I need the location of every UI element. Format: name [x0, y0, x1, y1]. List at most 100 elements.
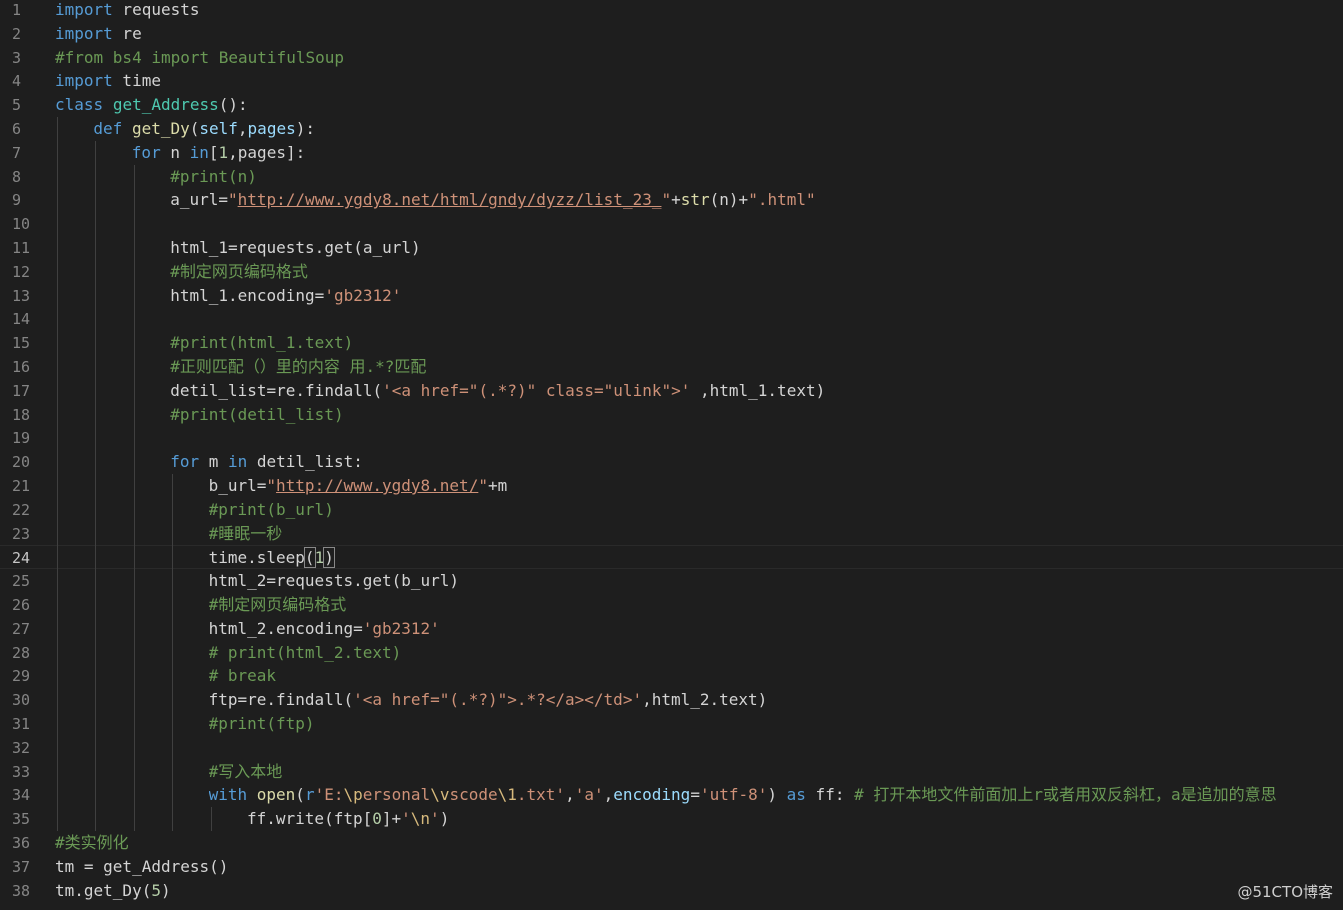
code-line[interactable]: 36 #类实例化	[0, 831, 1343, 855]
code-token: ff.write(ftp[	[247, 809, 373, 829]
code-line[interactable]: 37 tm = get_Address()	[0, 855, 1343, 879]
line-number: 29	[12, 667, 31, 686]
code-token: detil_list=re.findall(	[170, 380, 383, 400]
code-token: '	[401, 809, 411, 829]
code-line[interactable]: 2 import re	[0, 22, 1343, 46]
code-text: html_2.encoding='gb2312'	[209, 617, 1343, 641]
code-line[interactable]: 21 b_url="http://www.ygdy8.net/"+m	[0, 474, 1343, 498]
code-line[interactable]: 10	[0, 212, 1343, 236]
code-token: ,pages]:	[228, 142, 306, 162]
code-line[interactable]: 26 #制定网页编码格式	[0, 593, 1343, 617]
code-token: encoding	[613, 785, 691, 805]
code-line[interactable]: 16 #正则匹配（）里的内容 用.*?匹配	[0, 355, 1343, 379]
code-text: #print(html_1.text)	[170, 331, 1343, 355]
code-line[interactable]: 22 #print(b_url)	[0, 498, 1343, 522]
line-number: 7	[12, 143, 22, 162]
code-token: import	[55, 0, 113, 19]
code-token: )	[767, 785, 787, 805]
code-line[interactable]: 25 html_2=requests.get(b_url)	[0, 569, 1343, 593]
code-line[interactable]: 24 time.sleep(1)	[0, 545, 1343, 570]
code-token: re	[112, 23, 142, 43]
code-token: pages	[247, 119, 296, 138]
code-line[interactable]: 9 a_url="http://www.ygdy8.net/html/gndy/d…	[0, 188, 1343, 212]
code-line[interactable]: 17 detil_list=re.findall('<a href="(.*?)"…	[0, 379, 1343, 403]
code-token: \p	[343, 785, 363, 805]
code-editor[interactable]: 1 import requests 2 import re 3 #from bs4 imp…	[0, 0, 1343, 910]
code-token: )	[160, 880, 171, 900]
line-number: 36	[12, 834, 31, 852]
code-token: b_url=	[208, 476, 267, 495]
code-text: html_1.encoding='gb2312'	[170, 284, 1343, 308]
watermark-label: @51CTO博客	[1237, 883, 1333, 901]
code-line[interactable]: 11 html_1=requests.get(a_url)	[0, 236, 1343, 260]
indent-guide	[210, 807, 212, 831]
code-line[interactable]: 38 tm.get_Dy(5)	[0, 879, 1343, 903]
code-token: (n)+	[709, 190, 749, 210]
code-text: #制定网页编码格式	[209, 593, 1343, 617]
code-line[interactable]: 30 ftp=re.findall('<a href="(.*?)">.*?</a…	[0, 688, 1343, 712]
code-token: ftp=re.findall(	[208, 690, 354, 710]
code-token: a_url=	[170, 190, 228, 210]
code-line[interactable]: 14	[0, 307, 1343, 331]
code-token: )	[323, 547, 335, 569]
indent-guide	[95, 140, 97, 831]
indent-guide	[133, 164, 135, 831]
code-line[interactable]: 28 # print(html_2.text)	[0, 641, 1343, 665]
line-number: 22	[12, 500, 31, 519]
code-line[interactable]: 13 html_1.encoding='gb2312'	[0, 284, 1343, 308]
line-number: 1	[12, 1, 22, 19]
code-token: +m	[487, 476, 508, 495]
code-line[interactable]: 19	[0, 426, 1343, 450]
code-token: 'gb2312'	[362, 618, 440, 638]
code-line[interactable]: 20 for m in detil_list:	[0, 450, 1343, 474]
code-line[interactable]: 15 #print(html_1.text)	[0, 331, 1343, 355]
code-line[interactable]: 5 class get_Address():	[0, 93, 1343, 117]
code-token: get_Dy	[131, 119, 190, 138]
code-line[interactable]: 32	[0, 736, 1343, 760]
code-line[interactable]: 18 #print(detil_list)	[0, 403, 1343, 427]
line-number: 2	[12, 24, 22, 43]
code-line[interactable]: 7 for n in[1,pages]:	[0, 141, 1343, 165]
code-token: [	[208, 142, 219, 162]
code-text: a_url="http://www.ygdy8.net/html/gndy/dy…	[170, 188, 1343, 212]
line-number: 5	[12, 96, 22, 115]
line-number: 4	[12, 72, 22, 91]
code-text: #类实例化	[55, 831, 1343, 855]
code-line[interactable]: 31 #print(ftp)	[0, 712, 1343, 736]
code-token: 'gb2312'	[324, 285, 402, 305]
code-line[interactable]: 3 #from bs4 import BeautifulSoup	[0, 46, 1343, 70]
code-token: str	[680, 190, 710, 210]
code-line[interactable]: 8 #print(n)	[0, 165, 1343, 189]
code-token: n	[160, 142, 190, 162]
code-token: http://www.ygdy8.net/html/gndy/dyzz/list…	[237, 190, 662, 210]
code-token: ,html_2.text)	[642, 690, 768, 710]
code-line[interactable]: 27 html_2.encoding='gb2312'	[0, 617, 1343, 641]
code-line[interactable]: 35 ff.write(ftp[0]+'\n')	[0, 807, 1343, 831]
code-line[interactable]: 12 #制定网页编码格式	[0, 260, 1343, 284]
code-line[interactable]: 6 def get_Dy(self,pages):	[0, 117, 1343, 141]
code-token: (	[303, 547, 316, 569]
code-token: tm = get_Address()	[55, 856, 229, 876]
code-token: m	[199, 452, 228, 472]
line-number: 3	[12, 48, 22, 67]
code-token: import	[55, 23, 113, 43]
code-text: import requests	[55, 0, 1343, 22]
code-text: # print(html_2.text)	[209, 641, 1343, 665]
code-line[interactable]: 23 #睡眠一秒	[0, 522, 1343, 546]
code-token: # print(html_2.text)	[208, 642, 402, 662]
code-token: with	[208, 785, 248, 805]
code-token: in	[189, 142, 209, 162]
code-token: #制定网页编码格式	[208, 595, 347, 614]
code-line[interactable]: 29 # break	[0, 664, 1343, 688]
code-line[interactable]: 33 #写入本地	[0, 760, 1343, 784]
code-text: # break	[209, 664, 1343, 688]
line-number: 21	[12, 477, 31, 495]
line-number: 14	[12, 310, 31, 329]
code-token: '	[430, 809, 440, 829]
code-line[interactable]: 4 import time	[0, 69, 1343, 93]
code-token: html_2.encoding=	[208, 618, 363, 638]
code-text: #写入本地	[209, 760, 1343, 784]
code-token: (	[295, 785, 305, 805]
code-line[interactable]: 1 import requests	[0, 0, 1343, 22]
code-line[interactable]: 34 with open(r'E:\personal\vscode\1.txt',…	[0, 783, 1343, 807]
